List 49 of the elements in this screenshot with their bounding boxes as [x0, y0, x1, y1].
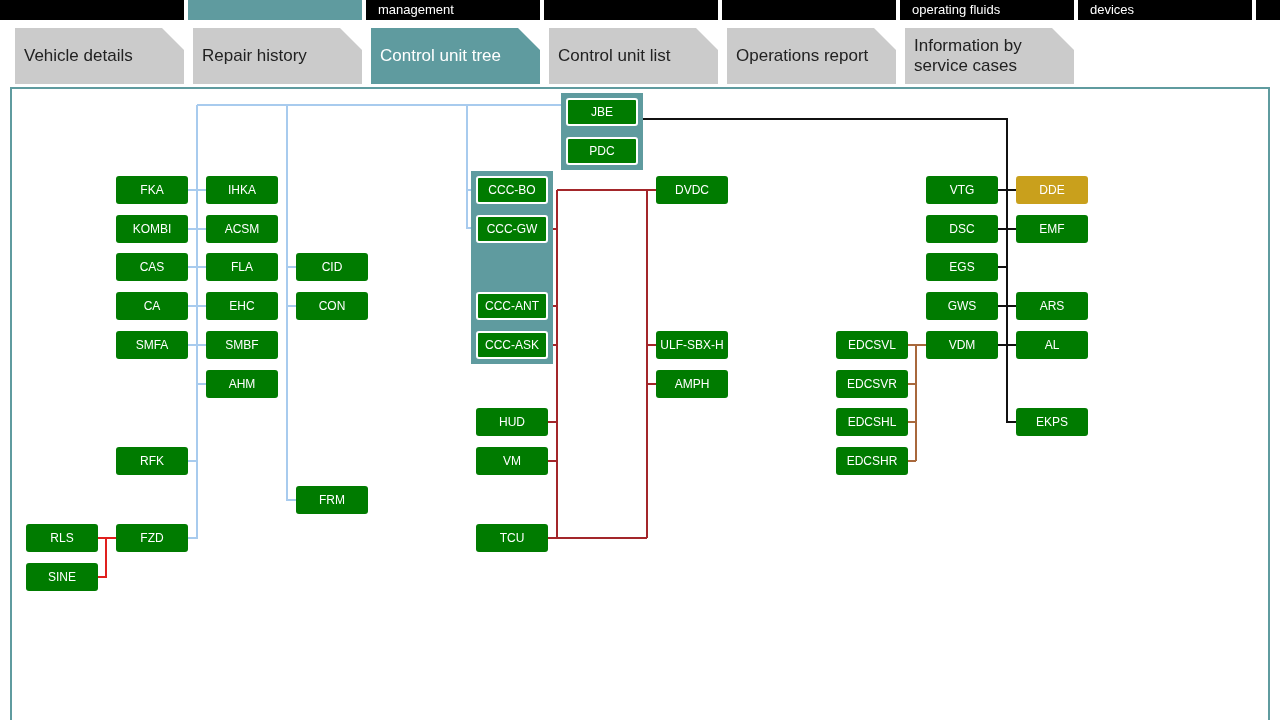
control-unit-node[interactable]: SMBF [206, 331, 278, 359]
control-unit-node[interactable]: SINE [26, 563, 98, 591]
control-unit-node[interactable]: EDCSVL [836, 331, 908, 359]
control-unit-node[interactable]: EMF [1016, 215, 1088, 243]
control-unit-node[interactable]: CCC-BO [476, 176, 548, 204]
control-unit-node[interactable]: CCC-ANT [476, 292, 548, 320]
control-unit-node[interactable]: EHC [206, 292, 278, 320]
control-unit-node[interactable]: FLA [206, 253, 278, 281]
control-unit-node[interactable]: HUD [476, 408, 548, 436]
control-unit-node[interactable]: GWS [926, 292, 998, 320]
control-unit-node[interactable]: PDC [566, 137, 638, 165]
control-unit-node[interactable]: ARS [1016, 292, 1088, 320]
tab[interactable]: Repair history [193, 28, 362, 84]
control-unit-node[interactable]: DVDC [656, 176, 728, 204]
tab[interactable]: Control unit tree [371, 28, 540, 84]
control-unit-node[interactable]: VDM [926, 331, 998, 359]
control-unit-node[interactable]: ULF-SBX-H [656, 331, 728, 359]
tab[interactable]: Vehicle details [15, 28, 184, 84]
tab[interactable]: Control unit list [549, 28, 718, 84]
tab[interactable]: Information by service cases [905, 28, 1074, 84]
tab[interactable]: Operations report [727, 28, 896, 84]
control-unit-node[interactable]: CCC-GW [476, 215, 548, 243]
control-unit-node[interactable]: ACSM [206, 215, 278, 243]
control-unit-node[interactable]: SMFA [116, 331, 188, 359]
control-unit-node[interactable]: EDCSVR [836, 370, 908, 398]
control-unit-node[interactable]: KOMBI [116, 215, 188, 243]
control-unit-node[interactable]: CID [296, 253, 368, 281]
control-unit-node[interactable]: FZD [116, 524, 188, 552]
control-unit-node[interactable]: AMPH [656, 370, 728, 398]
control-unit-node[interactable]: IHKA [206, 176, 278, 204]
control-unit-node[interactable]: VTG [926, 176, 998, 204]
control-unit-node[interactable]: EDCSHR [836, 447, 908, 475]
control-unit-node[interactable]: FKA [116, 176, 188, 204]
control-unit-node[interactable]: EGS [926, 253, 998, 281]
control-unit-node[interactable]: EKPS [1016, 408, 1088, 436]
control-unit-node[interactable]: EDCSHL [836, 408, 908, 436]
control-unit-node[interactable]: CCC-ASK [476, 331, 548, 359]
control-unit-node[interactable]: DSC [926, 215, 998, 243]
control-unit-node[interactable]: RLS [26, 524, 98, 552]
control-unit-node[interactable]: FRM [296, 486, 368, 514]
control-unit-node[interactable]: RFK [116, 447, 188, 475]
control-unit-node[interactable]: CA [116, 292, 188, 320]
control-unit-node[interactable]: TCU [476, 524, 548, 552]
control-unit-node[interactable]: CAS [116, 253, 188, 281]
control-unit-node[interactable]: AHM [206, 370, 278, 398]
control-unit-node[interactable]: AL [1016, 331, 1088, 359]
control-unit-node[interactable]: JBE [566, 98, 638, 126]
control-unit-node[interactable]: CON [296, 292, 368, 320]
control-unit-node[interactable]: VM [476, 447, 548, 475]
